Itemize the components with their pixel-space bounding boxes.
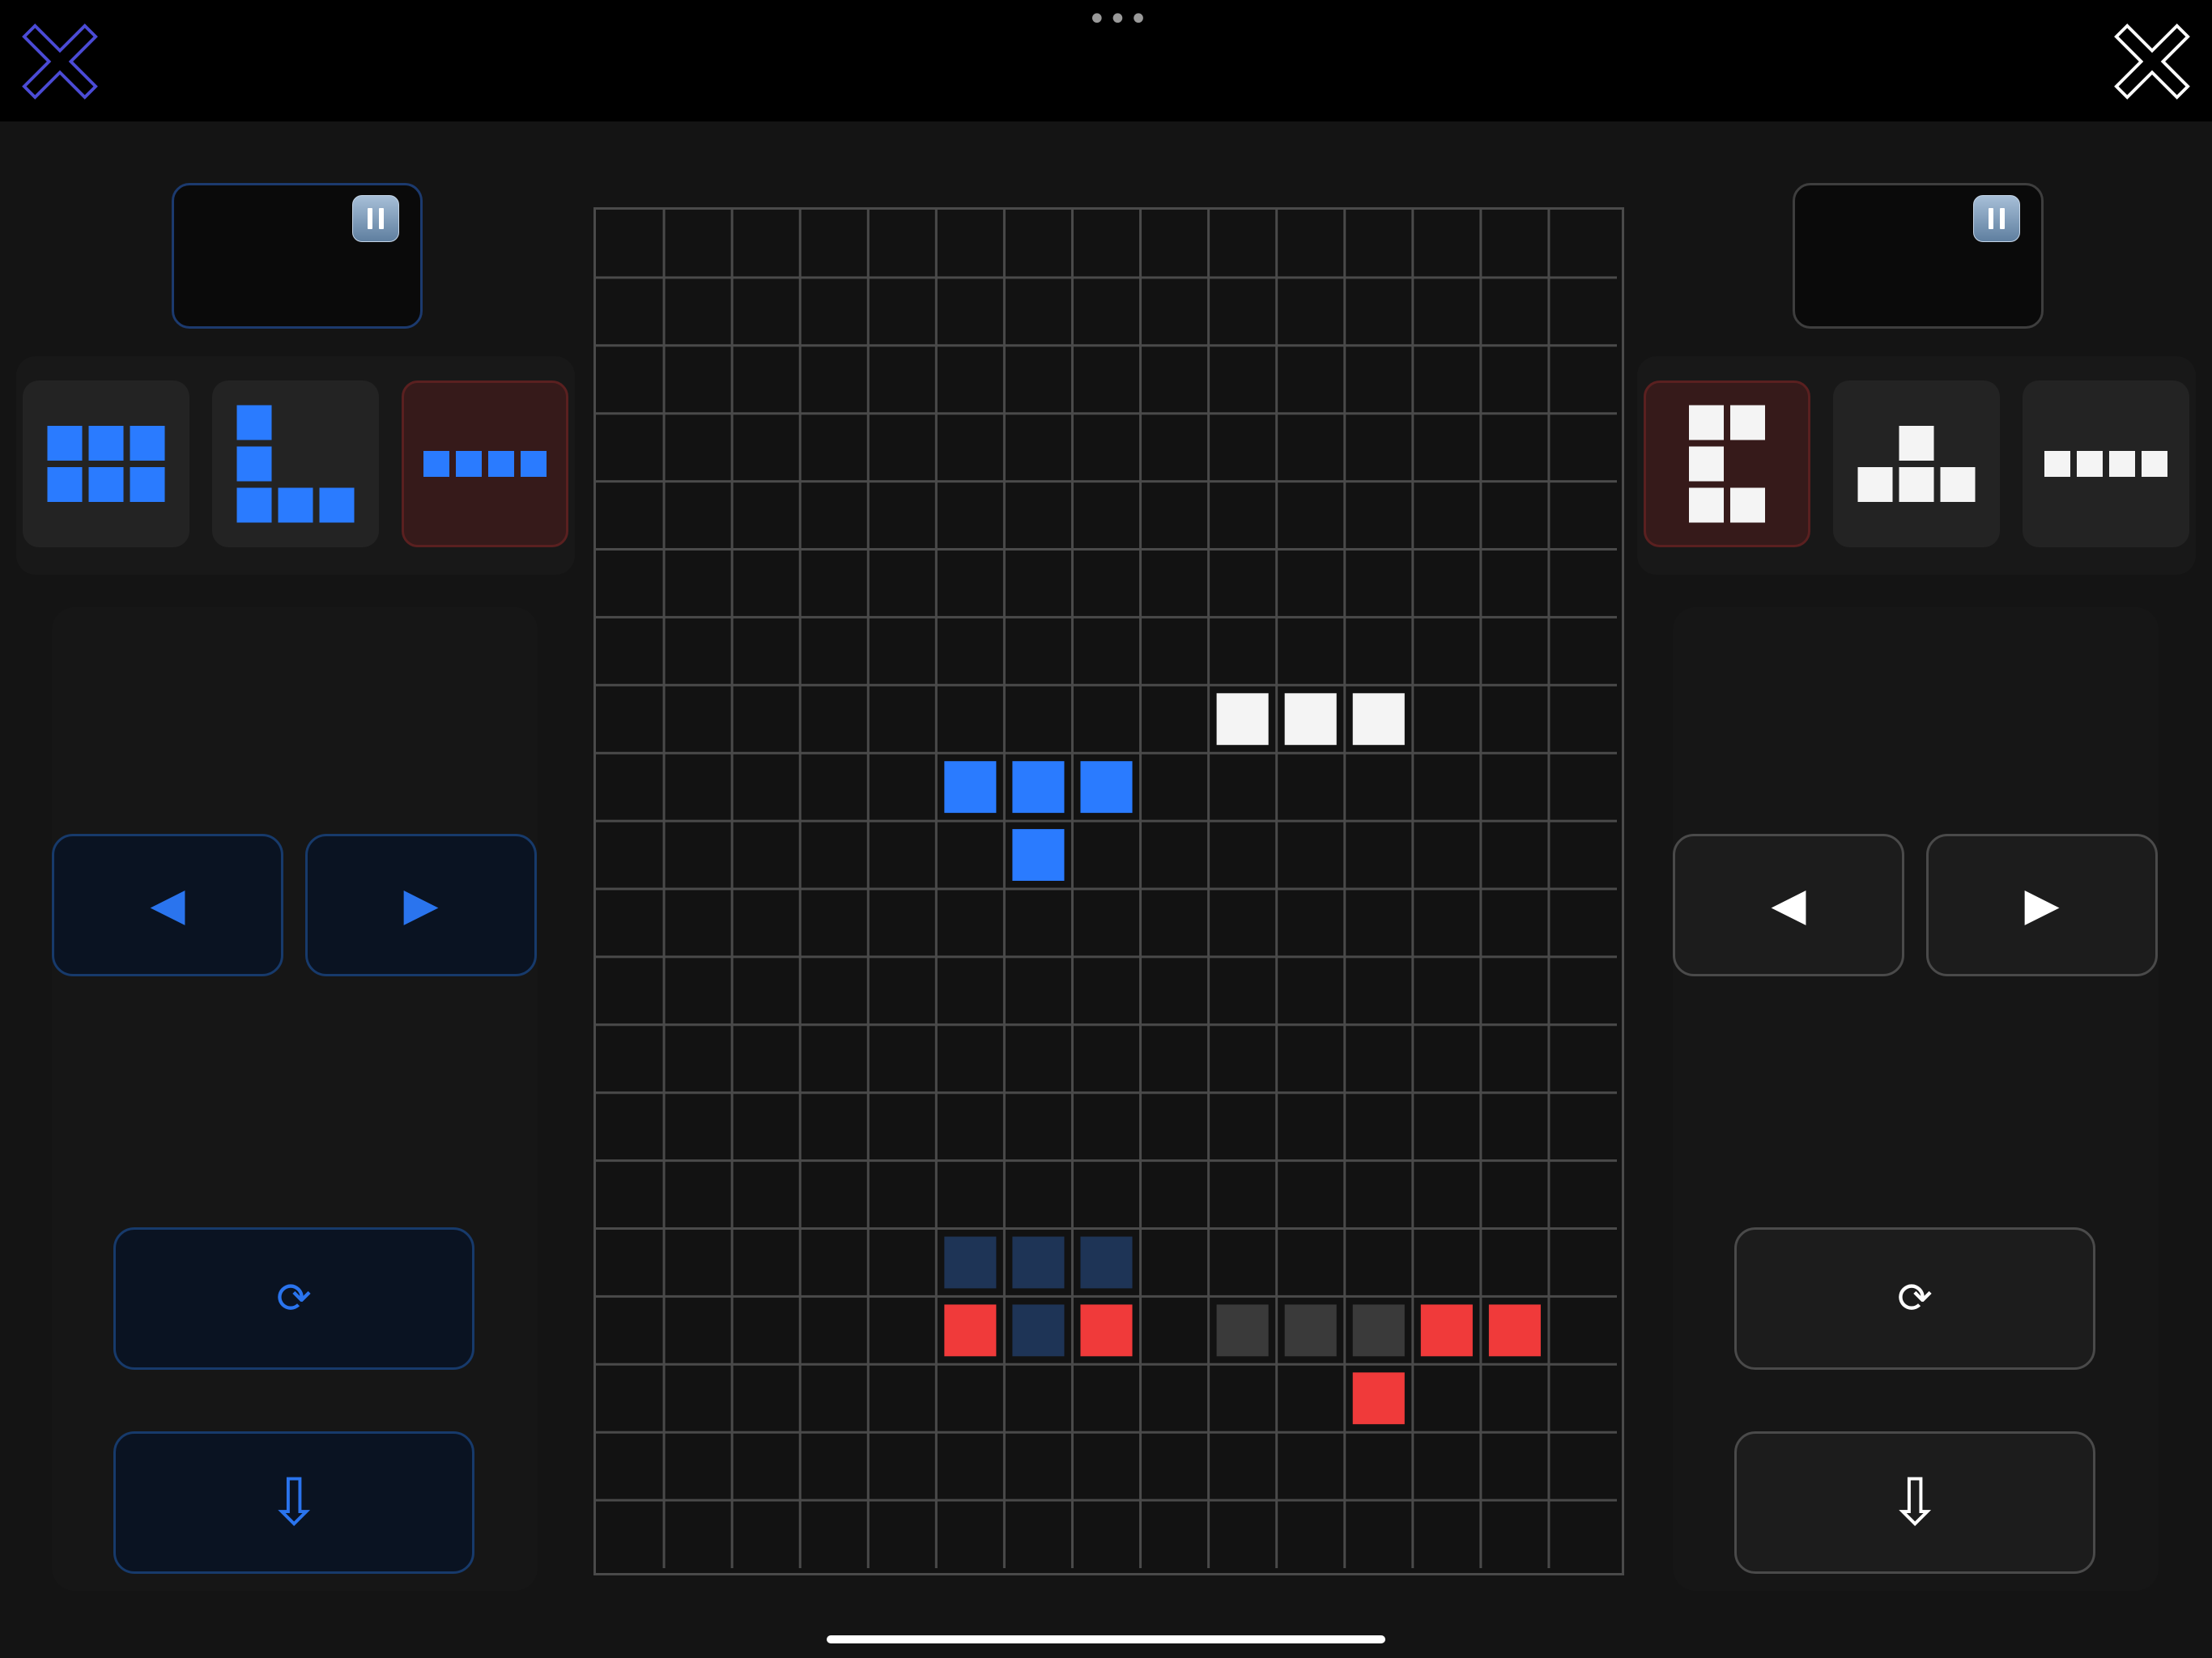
piece-t-icon: [1857, 426, 1976, 502]
top-bar: •••: [0, 0, 2212, 121]
piece-block: [236, 405, 272, 440]
left-arrow-icon: ◀: [1771, 878, 1806, 931]
right-arrow-icon: ▶: [2024, 878, 2060, 931]
piece-block: [2077, 451, 2103, 477]
player2-piece-slot-2[interactable]: [1833, 380, 2000, 547]
more-dots-icon[interactable]: •••: [1087, 3, 1150, 36]
piece-block: [278, 487, 313, 523]
board-cell-locked-red: [1420, 1304, 1473, 1357]
board-cell-locked-navy: [1012, 1304, 1065, 1357]
piece-block: [521, 451, 547, 477]
board-cell-player1: [1012, 829, 1065, 881]
player2-drop-button[interactable]: ⇩: [1734, 1431, 2095, 1574]
piece-block: [1689, 405, 1724, 440]
piece-block: [1730, 487, 1765, 523]
board-cell-locked-red: [1488, 1304, 1541, 1357]
player1-move-right-button[interactable]: ▶: [305, 834, 537, 976]
board-cell-player2: [1352, 693, 1405, 746]
piece-line-icon: [2044, 451, 2167, 477]
piece-block: [236, 446, 272, 482]
piece-block: [456, 451, 482, 477]
board-cell-player2: [1284, 693, 1337, 746]
piece-block: [88, 467, 124, 502]
piece-line-icon: [423, 451, 547, 477]
board-cell-locked-red: [1080, 1304, 1133, 1357]
piece-block: [88, 426, 124, 461]
player2-piece-tray: [1637, 356, 2196, 575]
player1-move-left-button[interactable]: ◀: [52, 834, 283, 976]
board-cell-locked-navy: [1012, 1236, 1065, 1289]
piece-block: [1689, 446, 1724, 482]
down-arrow-icon: ⇩: [1887, 1465, 1942, 1540]
board-grid: [596, 210, 1617, 1568]
down-arrow-icon: ⇩: [266, 1465, 321, 1540]
player2-piece-slot-1[interactable]: [1644, 380, 1810, 547]
player1-pause-icon[interactable]: [352, 195, 399, 242]
piece-l-icon: [236, 405, 355, 523]
board-cell-player1: [1012, 761, 1065, 814]
piece-block: [1899, 426, 1934, 461]
piece-block: [1940, 467, 1976, 502]
player1-piece-slot-3[interactable]: [402, 380, 568, 547]
player1-score-box: [172, 183, 423, 329]
right-arrow-icon: ▶: [403, 878, 439, 931]
player1-close-icon[interactable]: [21, 23, 99, 100]
piece-block: [130, 467, 165, 502]
player2-pause-icon[interactable]: [1973, 195, 2020, 242]
player1-drop-button[interactable]: ⇩: [113, 1431, 474, 1574]
board-cell-locked-gray: [1284, 1304, 1337, 1357]
board-cell-locked-gray: [1352, 1304, 1405, 1357]
piece-block: [2044, 451, 2070, 477]
piece-block: [1730, 405, 1765, 440]
board-cell-locked-navy: [944, 1236, 997, 1289]
piece-block: [423, 451, 449, 477]
piece-block: [130, 426, 165, 461]
player2-move-left-button[interactable]: ◀: [1673, 834, 1904, 976]
piece-block: [2109, 451, 2135, 477]
player2-move-right-button[interactable]: ▶: [1926, 834, 2158, 976]
rotate-icon: ⟳: [1897, 1274, 1933, 1323]
player1-piece-slot-1[interactable]: [23, 380, 189, 547]
player1-piece-tray: [16, 356, 575, 575]
board-cell-locked-red: [1352, 1372, 1405, 1425]
board-cell-locked-gray: [1216, 1304, 1269, 1357]
piece-block: [319, 487, 355, 523]
rotate-icon: ⟳: [276, 1274, 312, 1323]
board-cell-player1: [1080, 761, 1133, 814]
piece-block: [236, 487, 272, 523]
left-arrow-icon: ◀: [150, 878, 185, 931]
piece-block: [1689, 487, 1724, 523]
player2-score-box: [1793, 183, 2044, 329]
player1-piece-slot-2[interactable]: [212, 380, 379, 547]
board-cell-player2: [1216, 693, 1269, 746]
player2-rotate-button[interactable]: ⟳: [1734, 1227, 2095, 1370]
board-cell-player1: [944, 761, 997, 814]
piece-block: [47, 467, 83, 502]
piece-block: [488, 451, 514, 477]
board-cell-locked-red: [944, 1304, 997, 1357]
game-board[interactable]: [593, 207, 1624, 1575]
player2-piece-slot-3[interactable]: [2023, 380, 2189, 547]
home-indicator[interactable]: [827, 1635, 1385, 1643]
piece-block: [1857, 467, 1893, 502]
piece-grid-icon: [47, 426, 165, 502]
piece-block: [1899, 467, 1934, 502]
piece-block: [2142, 451, 2167, 477]
player1-rotate-button[interactable]: ⟳: [113, 1227, 474, 1370]
board-cell-locked-navy: [1080, 1236, 1133, 1289]
piece-c-icon: [1689, 405, 1765, 523]
player2-close-icon[interactable]: [2113, 23, 2191, 100]
piece-block: [47, 426, 83, 461]
